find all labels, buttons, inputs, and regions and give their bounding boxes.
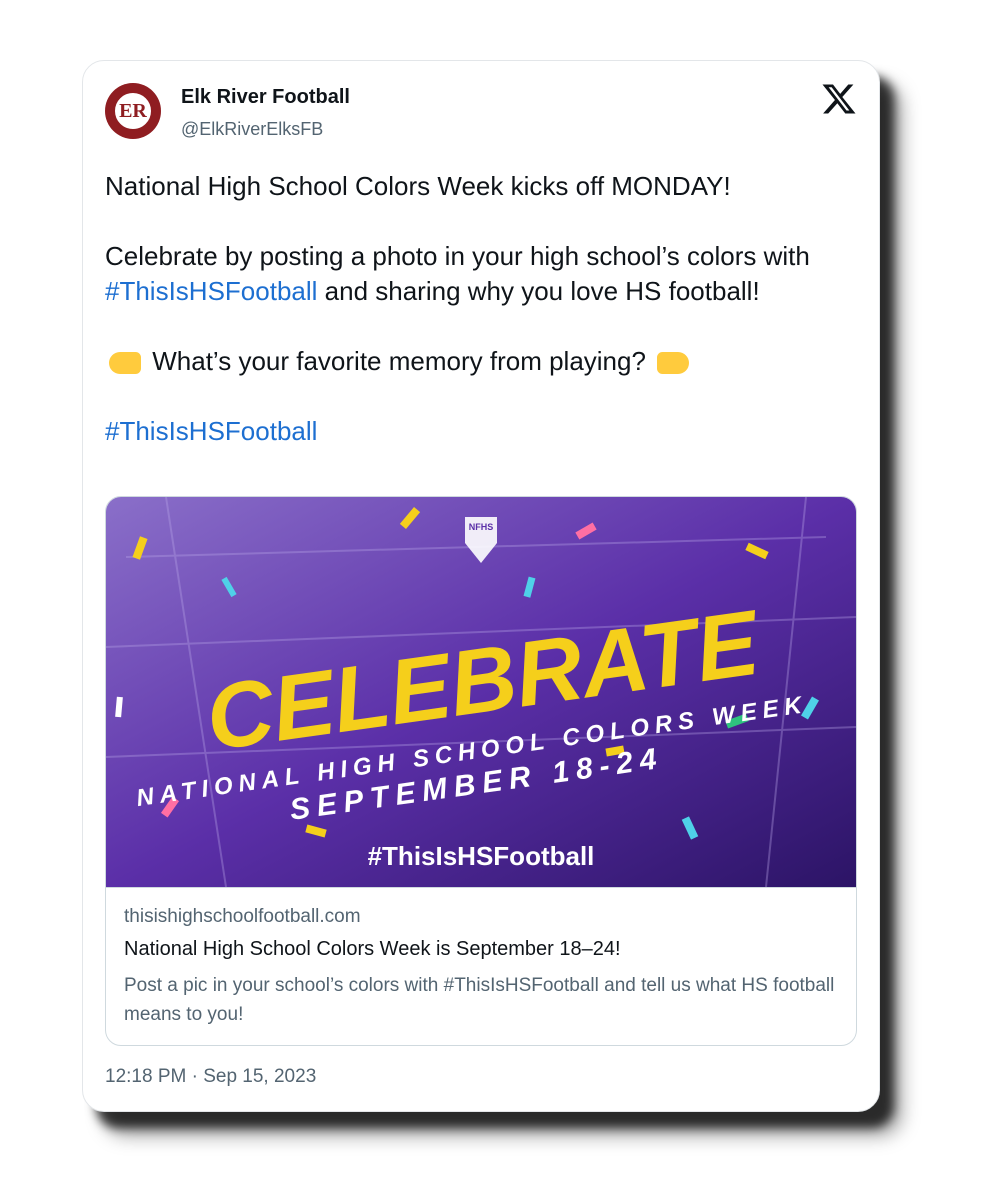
tweet-text-segment: and sharing why you love HS football! [317,276,760,306]
pointing-right-emoji-icon [109,352,141,375]
pointing-left-emoji-icon [657,352,690,375]
link-card-info[interactable]: thisishighschoolfootball.com National Hi… [106,887,856,1045]
tweet-timestamp[interactable]: 12:18 PM · Sep 15, 2023 [105,1066,316,1088]
tweet-card: ER Elk River Football @ElkRiverElksFB Na… [82,60,880,1112]
link-title: National High School Colors Week is Sept… [124,938,621,960]
hashtag-link[interactable]: #ThisIsHSFootball [105,276,317,306]
banner-hashtag: #ThisIsHSFootball [368,841,595,871]
tweet-paragraph-4: #ThisIsHSFootball [105,414,857,449]
tweet-text-segment: Celebrate by posting a photo in your hig… [105,241,810,271]
hashtag-link[interactable]: #ThisIsHSFootball [105,416,317,446]
link-card[interactable]: NFHS CELEBRATE NATIONAL HIGH SCHOOL COLO… [105,496,857,1046]
tweet-question: What’s your favorite memory from playing… [152,346,646,376]
tweet-paragraph-3: What’s your favorite memory from playing… [105,344,857,379]
author-name[interactable]: Elk River Football [181,86,350,109]
avatar-logo: ER [113,91,153,131]
tweet-line-1: National High School Colors Week kicks o… [105,171,731,201]
link-domain: thisishighschoolfootball.com [124,906,361,927]
link-description: Post a pic in your school’s colors with … [124,975,835,1025]
nfhs-logo-text: NFHS [469,522,494,532]
avatar[interactable]: ER [105,83,161,139]
tweet-paragraph-2: Celebrate by posting a photo in your hig… [105,239,857,309]
x-logo-icon[interactable] [821,81,857,117]
tweet-text: National High School Colors Week kicks o… [105,169,857,449]
author-handle[interactable]: @ElkRiverElksFB [181,119,323,140]
celebrate-banner-image[interactable]: NFHS CELEBRATE NATIONAL HIGH SCHOOL COLO… [106,497,856,887]
